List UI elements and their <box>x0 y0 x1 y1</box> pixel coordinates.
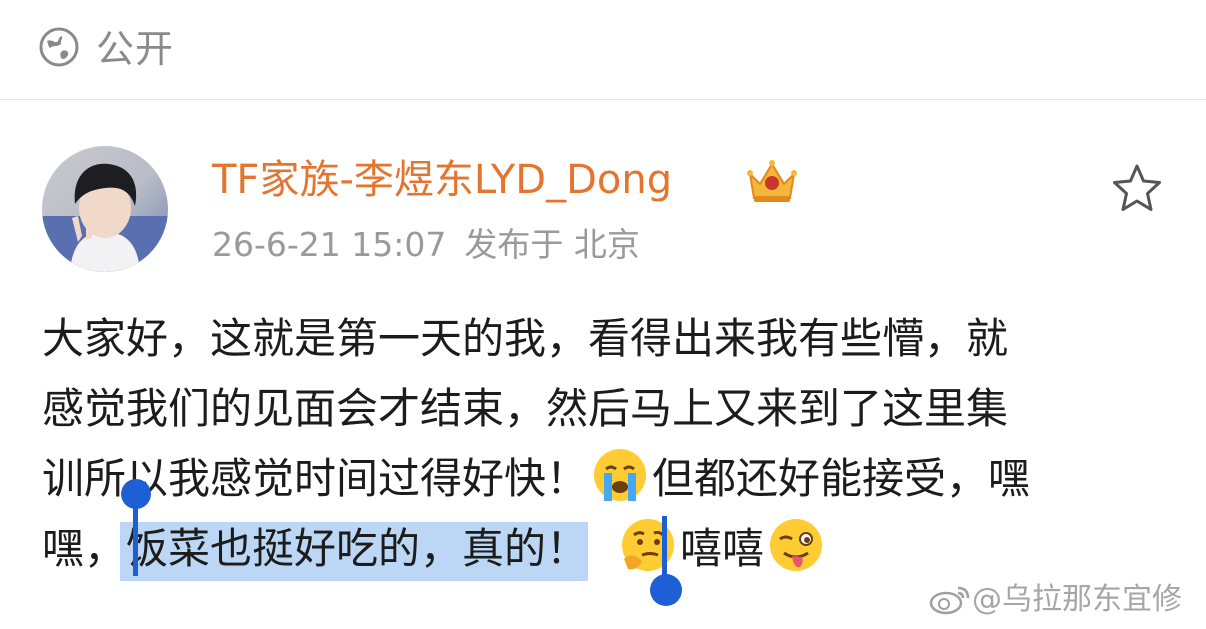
visibility-label[interactable]: 公开 <box>96 24 174 74</box>
post-line-1: 大家好，这就是第一天的我，看得出来我有些懵，就 <box>42 314 1009 363</box>
globe-icon <box>39 27 79 67</box>
winking-tongue-emoji <box>770 519 823 571</box>
post-meta: 26-6-21 15:07 发布于 北京 <box>212 222 640 268</box>
post-line-2: 感觉我们的见面会才结束，然后马上又来到了这里集 <box>42 384 1009 433</box>
weibo-logo-icon <box>929 586 970 615</box>
author-name[interactable]: TF家族-李煜东LYD_Dong <box>212 154 672 206</box>
crying-face-emoji <box>594 449 647 501</box>
post-line-3-end: 但都还好能接受，嘿 <box>652 454 1031 503</box>
post-location: 发布于 北京 <box>464 225 640 264</box>
post-line-3: 训所以我感觉时间过得好快！ 但都还好能接受，嘿 <box>42 444 1172 514</box>
post-time: 26-6-21 15:07 <box>212 225 447 264</box>
selection-end-handle[interactable] <box>648 516 684 608</box>
post-body[interactable]: 大家好，这就是第一天的我，看得出来我有些懵，就 感觉我们的见面会才结束，然后马上… <box>42 304 1172 584</box>
avatar-image <box>42 163 168 272</box>
post-line-4: 嘿，饭菜也挺好吃的，真的！ 嘻嘻 <box>42 514 1172 584</box>
avatar[interactable] <box>42 146 168 272</box>
post-line-4-end: 嘻嘻 <box>680 524 765 573</box>
crown-badge-icon <box>747 160 797 202</box>
star-outline-icon[interactable] <box>1110 162 1164 214</box>
watermark: @乌拉那东宜修 <box>928 580 1182 620</box>
selection-start-handle[interactable] <box>120 478 152 576</box>
selected-text[interactable]: 饭菜也挺好吃的，真的！ <box>120 522 589 581</box>
post-line-4-start: 嘿， <box>42 524 127 573</box>
visibility-bar: 公开 <box>0 0 1206 100</box>
watermark-text: @乌拉那东宜修 <box>972 582 1182 617</box>
